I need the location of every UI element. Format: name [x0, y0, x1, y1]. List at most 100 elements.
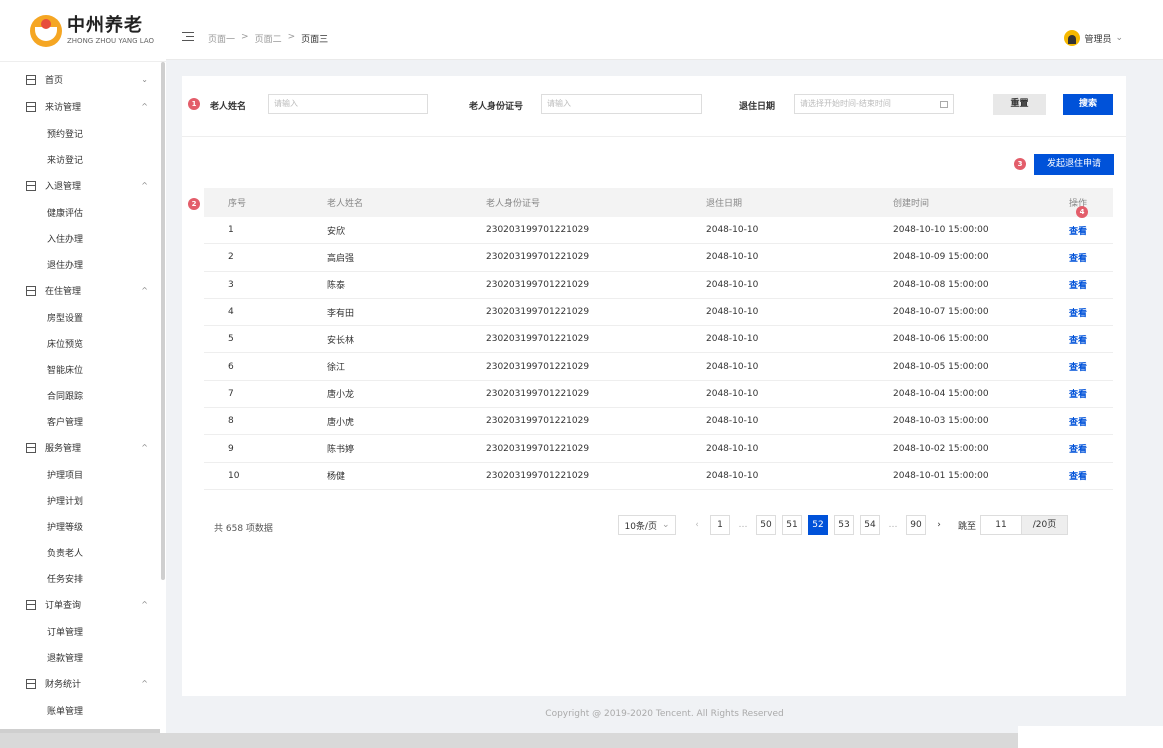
- logo[interactable]: 中州养老 ZHONG ZHOU YANG LAO: [0, 0, 166, 62]
- prev-page-button[interactable]: ‹: [689, 515, 705, 535]
- page-button[interactable]: 1: [710, 515, 730, 535]
- sidebar-item[interactable]: 预约登记: [0, 120, 160, 146]
- view-link[interactable]: 查看: [1056, 442, 1113, 455]
- sidebar-item[interactable]: 护理计划: [0, 487, 160, 513]
- table-cell: 陈泰: [327, 281, 346, 292]
- table-cell: 6: [228, 361, 234, 372]
- sidebar-group[interactable]: 在住管理 ^: [0, 277, 160, 304]
- next-page-button[interactable]: ›: [931, 515, 947, 535]
- jump-input[interactable]: 11: [980, 515, 1023, 535]
- breadcrumb-separator: >: [287, 32, 296, 42]
- user-name: 管理员: [1084, 34, 1112, 45]
- sidebar-scrollbar[interactable]: [161, 62, 165, 580]
- sidebar-item[interactable]: 入住办理: [0, 225, 160, 251]
- sidebar-group[interactable]: 首页 ⌄: [0, 66, 160, 93]
- sidebar-item[interactable]: 负责老人: [0, 539, 160, 565]
- sidebar-group[interactable]: 服务管理 ^: [0, 434, 160, 461]
- sidebar-group[interactable]: 订单查询 ^: [0, 591, 160, 618]
- logo-title: 中州养老: [67, 14, 143, 36]
- breadcrumb-separator: >: [241, 32, 249, 42]
- total-count: 共 658 项数据: [214, 524, 273, 534]
- breadcrumb-item[interactable]: 页面二: [255, 32, 282, 45]
- view-link[interactable]: 查看: [1056, 387, 1113, 400]
- page-button[interactable]: 52: [808, 515, 828, 535]
- table-row: 5 安长林 230203199701221029 2048-10-10 2048-10-…: [204, 326, 1113, 354]
- sidebar-item[interactable]: 退住办理: [0, 251, 160, 277]
- apply-checkout-button[interactable]: 发起退住申请: [1034, 154, 1114, 175]
- page-button[interactable]: 90: [906, 515, 926, 535]
- id-input[interactable]: 请输入: [541, 94, 702, 114]
- sidebar-item[interactable]: 账单管理: [0, 697, 160, 723]
- pagination: 10条/页 ⌄ ‹ 1 … 50 51 52 53 54 … 90 › 跳至 11 /20页: [618, 515, 1069, 535]
- table-cell: 2048-10-10: [706, 279, 759, 290]
- view-link[interactable]: 查看: [1056, 224, 1113, 237]
- table-body: 1 安欣 230203199701221029 2048-10-10 2048-10-1…: [204, 217, 1113, 490]
- column-header: 创建时间: [893, 199, 930, 209]
- calendar-icon[interactable]: [940, 101, 948, 108]
- page-button[interactable]: 51: [782, 515, 802, 535]
- sidebar-item[interactable]: 护理项目: [0, 461, 160, 487]
- sidebar-item[interactable]: 退款管理: [0, 644, 160, 670]
- table-cell: 2048-10-10: [706, 307, 759, 318]
- table-cell: 2048-10-03 15:00:00: [893, 416, 989, 427]
- menu-toggle-icon[interactable]: [182, 32, 194, 42]
- view-link[interactable]: 查看: [1056, 333, 1113, 346]
- menu-icon: [26, 101, 36, 112]
- app-frame: 中州养老 ZHONG ZHOU YANG LAO 首页 ⌄ 来访管理 ^ 预约登记 来访登…: [0, 0, 1163, 733]
- sidebar-item[interactable]: 房型设置: [0, 304, 160, 330]
- menu-icon: [26, 180, 36, 191]
- table-cell: 230203199701221029: [486, 307, 590, 318]
- sidebar-group[interactable]: 财务统计 ^: [0, 670, 160, 697]
- breadcrumb-item[interactable]: 页面一: [208, 32, 235, 45]
- date-range-input[interactable]: 请选择开始时间-结束时间: [794, 94, 954, 114]
- column-header: 操作 4: [1068, 199, 1088, 218]
- sidebar-group-label: 来访管理: [45, 103, 82, 113]
- page-ellipsis[interactable]: …: [736, 520, 750, 530]
- sidebar-item[interactable]: 客户管理: [0, 408, 160, 434]
- view-link[interactable]: 查看: [1056, 415, 1113, 428]
- table-cell: 3: [228, 279, 234, 290]
- page-button[interactable]: 54: [860, 515, 880, 535]
- annotation-badge: 3: [1014, 158, 1026, 170]
- view-link[interactable]: 查看: [1056, 469, 1113, 482]
- view-link[interactable]: 查看: [1056, 278, 1113, 291]
- sidebar-item[interactable]: 任务安排: [0, 565, 160, 591]
- sidebar-item[interactable]: 来访登记: [0, 146, 160, 172]
- jump-label: 跳至: [958, 521, 977, 532]
- view-link[interactable]: 查看: [1056, 251, 1113, 264]
- page-button[interactable]: 50: [756, 515, 776, 535]
- search-button[interactable]: 搜索: [1063, 94, 1113, 115]
- chevron-icon: ⌄: [141, 75, 148, 84]
- sidebar-group[interactable]: 来访管理 ^: [0, 93, 160, 120]
- sidebar-group-label: 在住管理: [45, 287, 82, 297]
- sidebar-item[interactable]: 床位预览: [0, 330, 160, 356]
- user-menu[interactable]: 管理员 ⌄: [1064, 30, 1123, 46]
- page-ellipsis[interactable]: …: [886, 520, 900, 530]
- table-cell: 2048-10-10: [706, 388, 759, 399]
- sidebar-item[interactable]: 合同跟踪: [0, 382, 160, 408]
- table-cell: 2048-10-07 15:00:00: [893, 307, 989, 318]
- table-cell: 2048-10-10: [706, 252, 759, 263]
- sidebar-item[interactable]: 护理等级: [0, 513, 160, 539]
- table-cell: 230203199701221029: [486, 388, 590, 399]
- sidebar-item[interactable]: 健康评估: [0, 199, 160, 225]
- page-button[interactable]: 53: [834, 515, 854, 535]
- table-row: 6 徐江 230203199701221029 2048-10-10 2048-10-0…: [204, 353, 1113, 381]
- chevron-icon: ^: [141, 600, 148, 609]
- sidebar-horizontal-scrollbar[interactable]: [0, 729, 160, 733]
- sidebar-item[interactable]: 订单管理: [0, 618, 160, 644]
- name-input[interactable]: 请输入: [268, 94, 428, 114]
- sidebar-item[interactable]: 智能床位: [0, 356, 160, 382]
- table-cell: 陈书婷: [327, 445, 355, 456]
- sidebar-group[interactable]: 入退管理 ^: [0, 172, 160, 199]
- table-cell: 2048-10-09 15:00:00: [893, 252, 989, 263]
- reset-button[interactable]: 重置: [993, 94, 1046, 115]
- view-link[interactable]: 查看: [1056, 360, 1113, 373]
- table-cell: 230203199701221029: [486, 225, 590, 236]
- view-link[interactable]: 查看: [1056, 306, 1113, 319]
- table-cell: 安欣: [327, 226, 346, 237]
- page-size-select[interactable]: 10条/页 ⌄: [618, 515, 676, 535]
- name-label: 老人姓名: [210, 102, 247, 112]
- column-header: 老人身份证号: [486, 199, 541, 209]
- table-cell: 230203199701221029: [486, 470, 590, 481]
